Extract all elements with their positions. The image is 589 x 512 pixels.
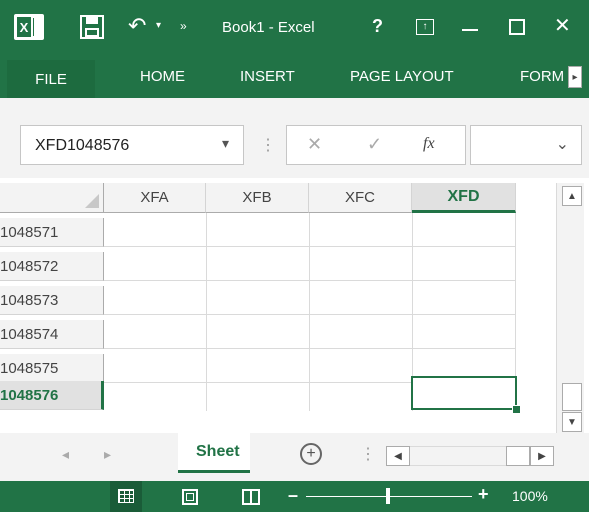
scroll-up-button[interactable]: ▲	[562, 186, 582, 206]
zoom-out-button[interactable]: –	[288, 485, 298, 506]
save-icon[interactable]	[80, 15, 104, 39]
sheet-tab-sheet1[interactable]: Sheet	[178, 433, 250, 473]
maximize-button[interactable]	[509, 19, 525, 35]
window-title: Book1 - Excel	[222, 19, 315, 36]
sheet-bar-grip-icon: ⋮	[360, 446, 376, 463]
row-header-1048572[interactable]: 1048572	[0, 252, 104, 281]
horizontal-scrollbar[interactable]	[410, 446, 508, 466]
formula-bar-grip-icon: ⋮	[260, 137, 276, 154]
plus-icon: +	[306, 445, 316, 462]
normal-view-icon[interactable]	[110, 481, 142, 512]
ribbon-scroll-right-button[interactable]: ▸	[568, 66, 582, 88]
hscroll-right-button[interactable]: ▶	[530, 446, 554, 466]
minimize-button[interactable]	[462, 29, 478, 31]
undo-icon[interactable]: ↶	[128, 13, 146, 39]
row-header-1048571[interactable]: 1048571	[0, 218, 104, 247]
fill-handle[interactable]	[512, 405, 521, 414]
column-header-xfa[interactable]: XFA	[104, 183, 206, 213]
name-box-dropdown-icon[interactable]: ▾	[222, 135, 229, 152]
cancel-icon[interactable]: ✕	[307, 134, 322, 155]
column-header-xfd[interactable]: XFD	[412, 183, 516, 213]
ribbon-display-options-icon[interactable]: ↑	[416, 19, 434, 35]
row-header-1048575[interactable]: 1048575	[0, 354, 104, 383]
row-header-1048576[interactable]: 1048576	[0, 381, 104, 410]
selected-cell-xfd1048576[interactable]	[411, 376, 517, 410]
sheet-next-icon[interactable]: ▸	[104, 446, 111, 463]
page-break-view-icon[interactable]	[242, 489, 260, 505]
page-layout-view-icon[interactable]	[182, 489, 198, 505]
tab-file[interactable]: FILE	[7, 60, 95, 98]
vertical-scroll-thumb[interactable]	[562, 383, 582, 411]
insert-function-icon[interactable]: fx	[423, 135, 435, 153]
select-all-button[interactable]	[0, 183, 104, 213]
sheet-prev-icon[interactable]: ◂	[62, 446, 69, 463]
customize-toolbar-icon[interactable]: »	[180, 19, 187, 33]
row-header-1048573[interactable]: 1048573	[0, 286, 104, 315]
row-header-1048574[interactable]: 1048574	[0, 320, 104, 349]
help-button[interactable]: ?	[372, 16, 383, 37]
name-box-value: XFD1048576	[35, 137, 130, 154]
formula-input[interactable]: ⌄	[470, 125, 582, 165]
sheet-tab-label: Sheet	[196, 443, 240, 460]
close-button[interactable]: ✕	[554, 13, 571, 38]
zoom-in-button[interactable]: +	[478, 484, 489, 505]
new-sheet-button[interactable]: +	[300, 443, 322, 465]
undo-dropdown-icon[interactable]: ▾	[156, 20, 161, 31]
tab-formulas[interactable]: FORM	[520, 68, 570, 85]
formula-buttons: ✕ ✓ fx	[286, 125, 466, 165]
hscroll-left-button[interactable]: ◀	[386, 446, 410, 466]
name-box[interactable]: XFD1048576 ▾	[20, 125, 244, 165]
expand-formula-bar-icon[interactable]: ⌄	[556, 134, 569, 154]
scroll-down-button[interactable]: ▼	[562, 412, 582, 432]
enter-icon[interactable]: ✓	[367, 134, 382, 155]
horizontal-scroll-thumb[interactable]	[506, 446, 530, 466]
tab-insert[interactable]: INSERT	[240, 68, 295, 85]
zoom-level[interactable]: 100%	[512, 488, 548, 504]
excel-logo-icon: X	[14, 14, 44, 40]
column-header-xfb[interactable]: XFB	[206, 183, 309, 213]
tab-page-layout[interactable]: PAGE LAYOUT	[350, 68, 454, 85]
column-header-xfc[interactable]: XFC	[309, 183, 412, 213]
tab-home[interactable]: HOME	[140, 68, 185, 85]
zoom-slider-thumb[interactable]	[386, 488, 390, 504]
